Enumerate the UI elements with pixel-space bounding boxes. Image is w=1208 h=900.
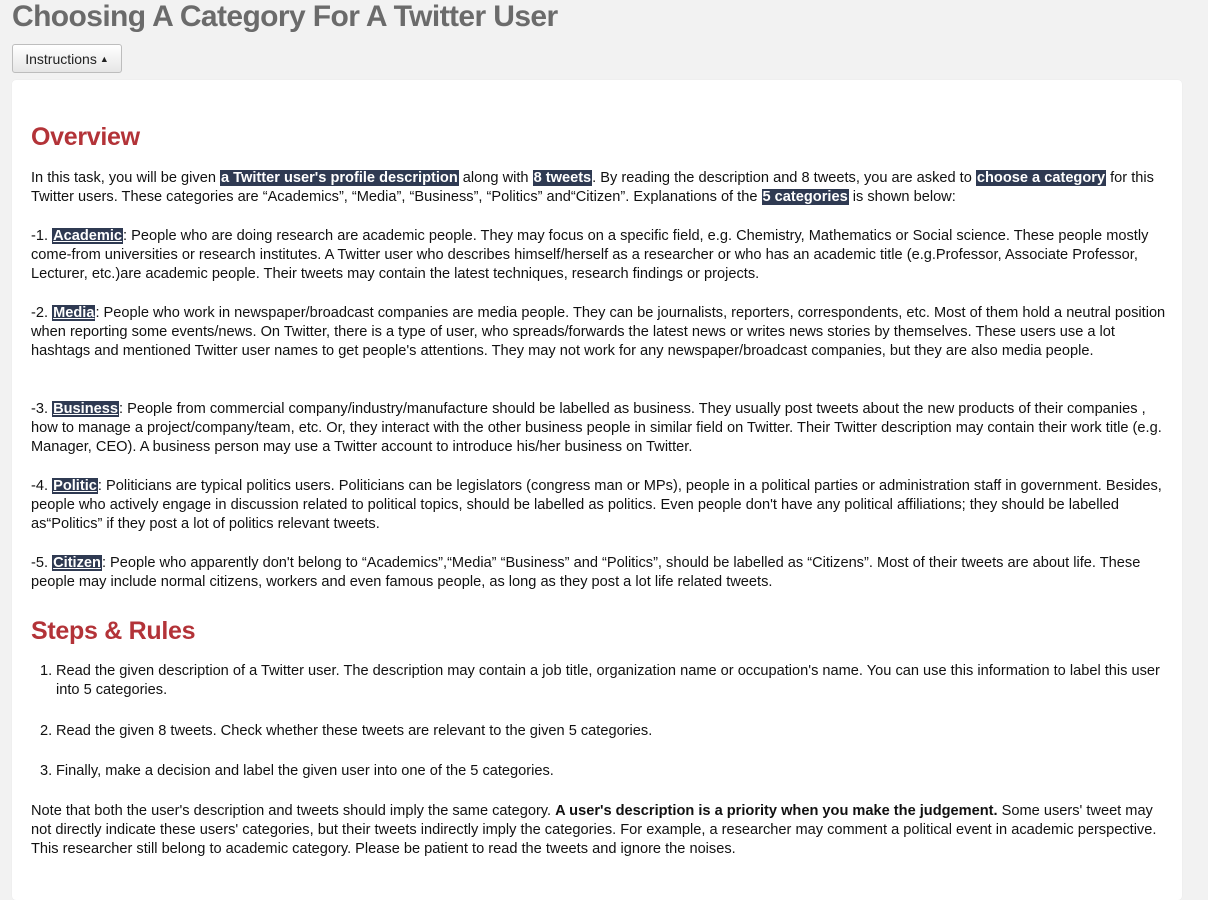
note-bold-text: A user's description is a priority when … (555, 803, 998, 819)
category-name-citizen: Citizen (52, 555, 102, 571)
category-name-academic: Academic (52, 228, 124, 244)
category-number: -5. (31, 555, 53, 571)
step-number: 3. (40, 763, 53, 779)
step-text: Read the given description of a Twitter … (56, 663, 1160, 699)
step-number: 2. (40, 723, 53, 739)
highlight-choose-category: choose a category (975, 170, 1107, 186)
judgement-note: Note that both the user's description an… (31, 802, 1166, 860)
category-description: : People who apparently don't belong to … (31, 555, 1141, 591)
category-media: -2. Media: People who work in newspaper/… (31, 304, 1166, 362)
category-politic: -4. Politic: Politicians are typical pol… (31, 477, 1166, 535)
category-number: -2. (31, 305, 53, 321)
category-name-media: Media (52, 305, 96, 321)
step-item: 1. Read the given description of a Twitt… (31, 662, 1166, 700)
category-name-politic: Politic (52, 478, 98, 494)
instructions-toggle-button[interactable]: Instructions ▲ (12, 44, 122, 73)
highlight-5-categories: 5 categories (761, 189, 849, 206)
overview-intro: In this task, you will be given a Twitte… (31, 169, 1166, 207)
intro-text: In this task, you will be given (31, 170, 220, 186)
category-description: : People who are doing research are acad… (31, 228, 1149, 283)
step-item: 2. Read the given 8 tweets. Check whethe… (31, 722, 1166, 741)
highlight-8-tweets: 8 tweets (532, 170, 593, 186)
caret-up-icon: ▲ (99, 53, 109, 64)
instructions-panel: Overview In this task, you will be given… (12, 80, 1182, 900)
category-citizen: -5. Citizen: People who apparently don't… (31, 554, 1166, 592)
intro-text: . By reading the description and 8 tweet… (592, 170, 976, 186)
overview-heading: Overview (31, 123, 140, 151)
highlight-profile-description: a Twitter user's profile description (220, 170, 459, 186)
category-description: : People from commercial company/industr… (31, 401, 1162, 456)
intro-text: is shown below: (848, 189, 956, 206)
page-title: Choosing A Category For A Twitter User (12, 0, 558, 33)
category-number: -3. (31, 401, 53, 417)
steps-heading: Steps & Rules (31, 617, 196, 645)
intro-text: along with (458, 170, 533, 186)
category-business: -3. Business: People from commercial com… (31, 400, 1166, 458)
step-text: Finally, make a decision and label the g… (56, 763, 554, 779)
step-number: 1. (40, 663, 53, 679)
instructions-button-label: Instructions (25, 50, 97, 67)
category-description: : Politicians are typical politics users… (31, 478, 1162, 533)
category-name-business: Business (52, 401, 119, 417)
category-number: -4. (31, 478, 53, 494)
note-text: Note that both the user's description an… (31, 803, 556, 819)
category-number: -1. (31, 228, 53, 244)
category-academic: -1. Academic: People who are doing resea… (31, 227, 1166, 285)
step-item: 3. Finally, make a decision and label th… (31, 762, 1166, 781)
step-text: Read the given 8 tweets. Check whether t… (56, 723, 653, 739)
category-description: : People who work in newspaper/broadcast… (31, 305, 1166, 360)
